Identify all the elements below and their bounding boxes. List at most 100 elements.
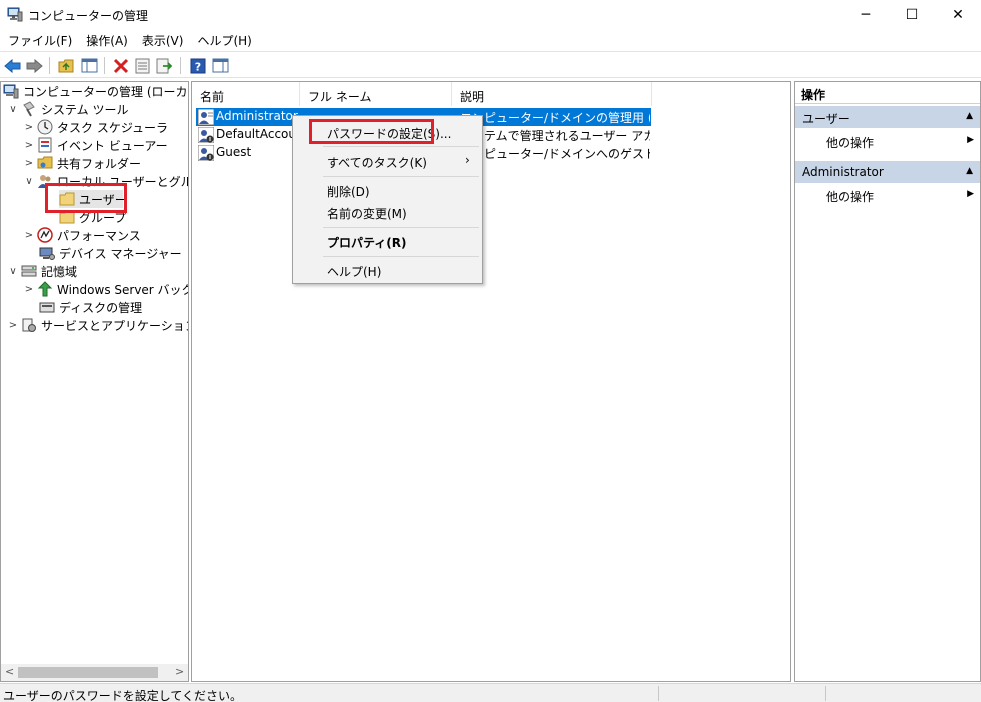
status-divider: [658, 686, 659, 701]
action-item-more-actions[interactable]: 他の操作 ▶: [795, 131, 980, 151]
collapse-chevron-icon[interactable]: ∨: [7, 266, 19, 277]
close-button[interactable]: ✕: [935, 0, 981, 30]
column-header-fullname[interactable]: フル ネーム: [300, 82, 452, 106]
performance-icon: [37, 227, 53, 243]
tree-label: デバイス マネージャー: [59, 246, 182, 261]
menu-action[interactable]: 操作(A): [78, 30, 134, 50]
tree-node-local-users-groups[interactable]: ∨ ローカル ユーザーとグループ: [23, 172, 188, 190]
column-header-name[interactable]: 名前: [192, 82, 300, 106]
show-hide-action-pane-button[interactable]: [211, 56, 230, 75]
back-button[interactable]: [3, 56, 22, 75]
user-list-pane[interactable]: 名前 フル ネーム 説明 Administrator コンピューター/ドメインの…: [191, 81, 791, 682]
tree-node-disk-management[interactable]: ディスクの管理: [39, 298, 142, 316]
tree-node-services-apps[interactable]: > サービスとアプリケーション: [7, 316, 188, 334]
forward-icon: [26, 58, 43, 73]
maximize-icon: ☐: [905, 7, 919, 23]
action-group-administrator[interactable]: Administrator ▲: [795, 161, 980, 183]
collapse-chevron-icon[interactable]: ∨: [23, 176, 35, 187]
navigation-tree[interactable]: コンピューターの管理 (ローカル) ∨ システム ツール > タスク スケジュー…: [0, 81, 189, 682]
expand-chevron-icon[interactable]: >: [23, 158, 35, 169]
menu-file[interactable]: ファイル(F): [0, 30, 78, 50]
status-text: ユーザーのパスワードを設定してください。: [3, 689, 243, 702]
tree-node-task-scheduler[interactable]: > タスク スケジューラ: [23, 118, 168, 136]
menu-view[interactable]: 表示(V): [134, 30, 190, 50]
tree-node-users[interactable]: ユーザー: [59, 190, 127, 208]
expand-chevron-icon[interactable]: >: [7, 320, 19, 331]
minimize-button[interactable]: ─: [843, 0, 889, 30]
show-hide-tree-button[interactable]: [80, 56, 99, 75]
submenu-arrow-icon: ▶: [967, 189, 974, 199]
toolbox-icon: [21, 101, 37, 117]
menu-item-all-tasks[interactable]: すべてのタスク(K): [327, 154, 427, 171]
expand-chevron-icon[interactable]: >: [23, 230, 35, 241]
menu-help[interactable]: ヘルプ(H): [189, 30, 257, 50]
action-item-label: 他の操作: [826, 136, 875, 150]
expand-chevron-icon[interactable]: >: [23, 122, 35, 133]
cell-description: システムで管理されるユーザー アカウン...: [460, 129, 650, 143]
tree-node-performance[interactable]: > パフォーマンス: [23, 226, 141, 244]
tree-node-root[interactable]: コンピューターの管理 (ローカル): [3, 82, 189, 100]
collapse-up-icon[interactable]: ▲: [966, 111, 973, 121]
tree-node-event-viewer[interactable]: > イベント ビューアー: [23, 136, 168, 154]
status-divider: [825, 686, 826, 701]
properties-button[interactable]: [133, 56, 152, 75]
collapse-up-icon[interactable]: ▲: [966, 166, 973, 176]
scroll-left-icon[interactable]: <: [5, 665, 14, 678]
tree-node-groups[interactable]: グループ: [59, 208, 126, 226]
tree-label: Windows Server バックア: [57, 282, 188, 297]
delete-button[interactable]: [111, 56, 130, 75]
forward-button[interactable]: [25, 56, 44, 75]
device-manager-icon: [39, 245, 55, 261]
menu-item-properties[interactable]: プロパティ(R): [327, 234, 407, 251]
action-item-label: 他の操作: [826, 190, 875, 204]
tree-label: ローカル ユーザーとグループ: [57, 174, 188, 189]
collapse-chevron-icon[interactable]: ∨: [7, 104, 19, 115]
submenu-arrow-icon: ▶: [967, 135, 974, 145]
action-item-more-actions[interactable]: 他の操作 ▶: [795, 185, 980, 205]
properties-icon: [135, 58, 150, 73]
menu-item-delete[interactable]: 削除(D): [327, 183, 370, 200]
menu-item-rename[interactable]: 名前の変更(M): [327, 205, 407, 222]
expand-chevron-icon[interactable]: >: [23, 140, 35, 151]
action-group-users[interactable]: ユーザー ▲: [795, 106, 980, 128]
title-bar: コンピューターの管理 ─ ☐ ✕: [0, 0, 981, 30]
cell-description: コンピューター/ドメインへのゲスト アクセ...: [460, 147, 650, 161]
column-header-description[interactable]: 説明: [452, 82, 652, 106]
delete-icon: [113, 58, 128, 73]
tree-label: ユーザー: [79, 192, 127, 207]
menu-item-help[interactable]: ヘルプ(H): [327, 263, 381, 280]
expand-chevron-icon[interactable]: >: [23, 284, 35, 295]
folder-icon: [59, 209, 75, 225]
tree-label: コンピューターの管理 (ローカル): [23, 84, 189, 99]
submenu-arrow-icon: ›: [465, 153, 470, 167]
tree-label: ディスクの管理: [59, 300, 143, 315]
menu-separator: [323, 146, 479, 147]
menu-item-set-password[interactable]: パスワードの設定(S)...: [327, 125, 451, 142]
storage-icon: [21, 263, 37, 279]
tree-node-windows-server-backup[interactable]: > Windows Server バックア: [23, 280, 188, 298]
action-group-label: Administrator: [802, 165, 884, 179]
show-hide-tree-icon: [81, 58, 98, 73]
menu-separator: [323, 256, 479, 257]
help-button[interactable]: ?: [188, 56, 207, 75]
scroll-right-icon[interactable]: >: [175, 665, 184, 678]
tree-node-device-manager[interactable]: デバイス マネージャー: [39, 244, 182, 262]
tree-node-system-tools[interactable]: ∨ システム ツール: [7, 100, 128, 118]
menu-bar: ファイル(F) 操作(A) 表示(V) ヘルプ(H): [0, 30, 981, 50]
context-menu: パスワードの設定(S)... すべてのタスク(K) › 削除(D) 名前の変更(…: [292, 115, 483, 284]
cell-name: Administrator: [216, 109, 298, 123]
export-list-button[interactable]: [155, 56, 174, 75]
disk-management-icon: [39, 299, 55, 315]
tree-node-storage[interactable]: ∨ 記憶域: [7, 262, 77, 280]
cell-name: Guest: [216, 145, 252, 159]
tree-label: 共有フォルダー: [57, 156, 142, 171]
actions-title: 操作: [795, 82, 980, 104]
maximize-button[interactable]: ☐: [889, 0, 935, 30]
up-folder-button[interactable]: [57, 56, 76, 75]
tree-node-shared-folders[interactable]: > 共有フォルダー: [23, 154, 141, 172]
close-icon: ✕: [952, 7, 964, 23]
tree-horizontal-scrollbar[interactable]: < >: [1, 664, 188, 681]
scroll-thumb[interactable]: [18, 667, 158, 678]
toolbar-separator: [104, 57, 105, 74]
backup-icon: [37, 281, 53, 297]
